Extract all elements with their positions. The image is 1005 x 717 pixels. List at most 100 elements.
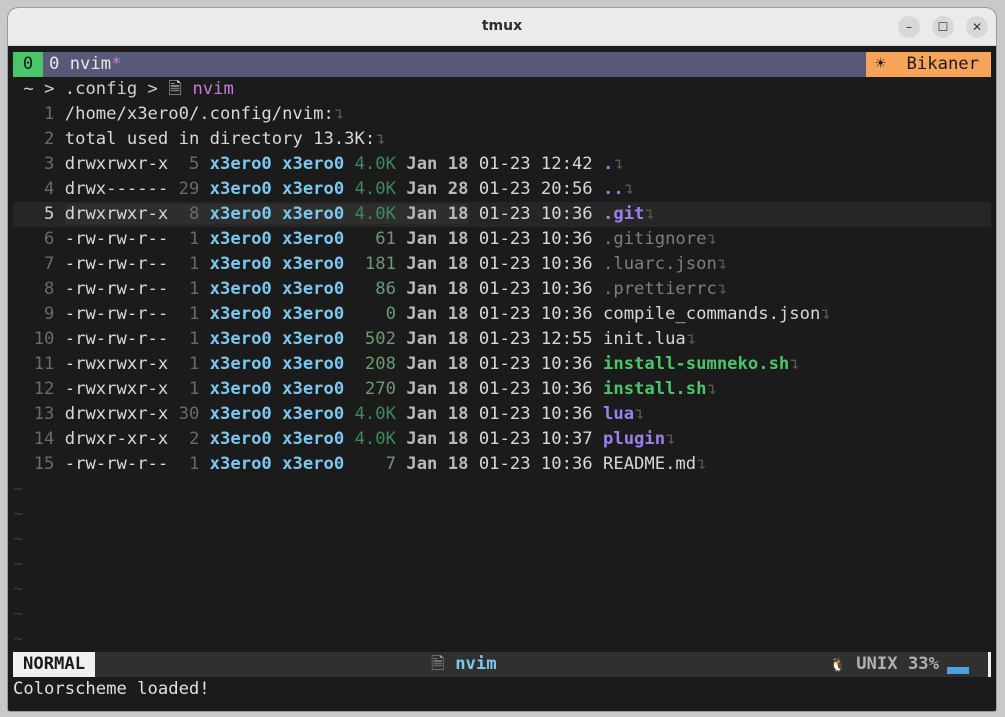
owner: x3ero0 — [209, 329, 272, 349]
line-number: 15 — [33, 454, 55, 474]
line-number: 13 — [33, 404, 55, 424]
list-item[interactable]: 6 -rw-rw-r-- 1 x3ero0 x3ero0 61 Jan 18 0… — [13, 227, 991, 252]
day: 28 — [447, 179, 469, 199]
group: x3ero0 — [282, 229, 345, 249]
terminal-content[interactable]: 00 nvim* ☀ Bikaner ~ > .config > 🗎 nvim 1… — [13, 52, 991, 705]
owner: x3ero0 — [209, 379, 272, 399]
permissions: -rwxrwxr-x — [64, 354, 169, 374]
timestamp: 01-23 10:36 — [478, 229, 593, 249]
tmux-pane-index: 0 — [13, 52, 43, 77]
scroll-percent: 33% — [907, 654, 939, 674]
line-number: 8 — [44, 279, 55, 299]
file-size: 61 — [354, 229, 396, 249]
file-format: UNIX — [856, 654, 898, 674]
group: x3ero0 — [282, 404, 345, 424]
owner: x3ero0 — [209, 229, 272, 249]
list-item[interactable]: 10 -rw-rw-r-- 1 x3ero0 x3ero0 502 Jan 18… — [13, 327, 991, 352]
minimize-button[interactable]: – — [898, 16, 920, 38]
month: Jan — [406, 204, 438, 224]
month: Jan — [406, 279, 438, 299]
line-number: 7 — [44, 254, 55, 274]
line-number: 2 — [44, 129, 55, 149]
list-item[interactable]: 13 drwxrwxr-x 30 x3ero0 x3ero0 4.0K Jan … — [13, 402, 991, 427]
file-icon: 🗎 — [168, 79, 183, 99]
line-number: 11 — [33, 354, 55, 374]
empty-buffer-lines: ~ ~ ~ ~ ~ ~ ~ — [13, 477, 991, 652]
tmux-window-label: 0 nvim — [49, 54, 112, 74]
dired-listing[interactable]: 1 /home/x3ero0/.config/nvim:↴ 2 total us… — [13, 102, 991, 477]
file-size: 208 — [354, 354, 396, 374]
file-size: 86 — [354, 279, 396, 299]
close-button[interactable]: ✕ — [966, 16, 988, 38]
link-count: 1 — [178, 329, 200, 349]
file-name: compile_commands.json — [603, 304, 821, 324]
permissions: -rw-rw-r-- — [64, 454, 169, 474]
permissions: -rw-rw-r-- — [64, 304, 169, 324]
line-number: 12 — [33, 379, 55, 399]
command-line[interactable]: Colorscheme loaded! — [13, 677, 991, 702]
header-text: total used in directory 13.3K: — [64, 129, 376, 149]
month: Jan — [406, 304, 438, 324]
timestamp: 01-23 12:42 — [478, 154, 593, 174]
eol-marker: ↴ — [644, 204, 655, 224]
tmux-window-tab[interactable]: 0 nvim* — [43, 54, 121, 74]
line-number: 4 — [44, 179, 55, 199]
file-size: 181 — [354, 254, 396, 274]
line-number: 14 — [33, 429, 55, 449]
file-name: lua — [603, 404, 635, 424]
title-bar[interactable]: tmux – ☐ ✕ — [8, 8, 996, 46]
eol-marker: ↴ — [613, 154, 624, 174]
file-name: .. — [603, 179, 624, 199]
header-text: /home/x3ero0/.config/nvim: — [64, 104, 334, 124]
cursor-block — [988, 652, 991, 677]
list-item[interactable]: 2 total used in directory 13.3K:↴ — [13, 127, 991, 152]
list-item[interactable]: 11 -rwxrwxr-x 1 x3ero0 x3ero0 208 Jan 18… — [13, 352, 991, 377]
link-count: 29 — [178, 179, 200, 199]
list-item[interactable]: 1 /home/x3ero0/.config/nvim:↴ — [13, 102, 991, 127]
eol-marker: ↴ — [665, 429, 676, 449]
group: x3ero0 — [282, 329, 345, 349]
line-number: 6 — [44, 229, 55, 249]
timestamp: 01-23 10:36 — [478, 254, 593, 274]
owner: x3ero0 — [209, 279, 272, 299]
owner: x3ero0 — [209, 404, 272, 424]
list-item[interactable]: 3 drwxrwxr-x 5 x3ero0 x3ero0 4.0K Jan 18… — [13, 152, 991, 177]
breadcrumb-config[interactable]: .config — [65, 79, 137, 99]
day: 18 — [447, 379, 469, 399]
link-count: 1 — [178, 229, 200, 249]
list-item[interactable]: 14 drwxr-xr-x 2 x3ero0 x3ero0 4.0K Jan 1… — [13, 427, 991, 452]
list-item[interactable]: 8 -rw-rw-r-- 1 x3ero0 x3ero0 86 Jan 18 0… — [13, 277, 991, 302]
month: Jan — [406, 154, 438, 174]
timestamp: 01-23 10:36 — [478, 304, 593, 324]
breadcrumb-home[interactable]: ~ — [23, 79, 33, 99]
owner: x3ero0 — [209, 304, 272, 324]
month: Jan — [406, 229, 438, 249]
group: x3ero0 — [282, 454, 345, 474]
day: 18 — [447, 354, 469, 374]
link-count: 8 — [178, 204, 200, 224]
list-item[interactable]: 15 -rw-rw-r-- 1 x3ero0 x3ero0 7 Jan 18 0… — [13, 452, 991, 477]
timestamp: 01-23 12:55 — [478, 329, 593, 349]
permissions: -rw-rw-r-- — [64, 329, 169, 349]
list-item[interactable]: 9 -rw-rw-r-- 1 x3ero0 x3ero0 0 Jan 18 01… — [13, 302, 991, 327]
file-name: .prettierrc — [603, 279, 717, 299]
day: 18 — [447, 454, 469, 474]
day: 18 — [447, 154, 469, 174]
list-item[interactable]: 5 drwxrwxr-x 8 x3ero0 x3ero0 4.0K Jan 18… — [13, 202, 991, 227]
line-number: 5 — [44, 204, 55, 224]
maximize-button[interactable]: ☐ — [932, 16, 954, 38]
list-item[interactable]: 4 drwx------ 29 x3ero0 x3ero0 4.0K Jan 2… — [13, 177, 991, 202]
tilde-line: ~ — [13, 479, 24, 499]
timestamp: 01-23 10:37 — [478, 429, 593, 449]
file-name: plugin — [603, 429, 666, 449]
list-item[interactable]: 12 -rwxrwxr-x 1 x3ero0 x3ero0 270 Jan 18… — [13, 377, 991, 402]
permissions: drwxrwxr-x — [64, 154, 169, 174]
breadcrumb-current[interactable]: nvim — [192, 79, 233, 99]
file-name: .git — [603, 204, 645, 224]
window-title: tmux — [481, 18, 523, 34]
file-name: .luarc.json — [603, 254, 717, 274]
link-count: 30 — [178, 404, 200, 424]
scroll-bar-icon — [947, 667, 969, 674]
timestamp: 01-23 10:36 — [478, 279, 593, 299]
list-item[interactable]: 7 -rw-rw-r-- 1 x3ero0 x3ero0 181 Jan 18 … — [13, 252, 991, 277]
